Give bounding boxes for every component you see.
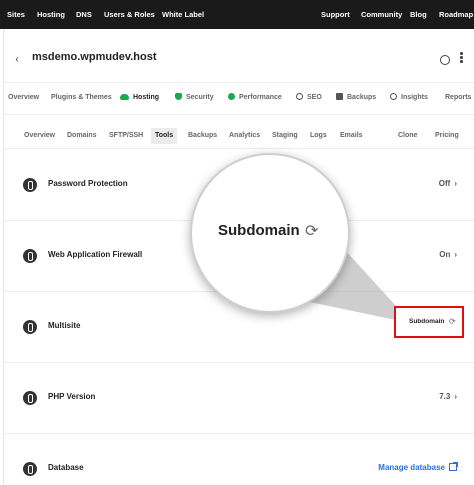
chevron-right-icon: › bbox=[454, 179, 457, 188]
tool-label: Database bbox=[48, 463, 84, 472]
magnified-subdomain-text: Subdomain bbox=[218, 222, 300, 239]
service-backups[interactable]: Backups bbox=[336, 83, 376, 115]
nav-hosting[interactable]: Hosting bbox=[37, 0, 65, 29]
tool-icon bbox=[23, 320, 37, 334]
tool-label: Multisite bbox=[48, 321, 81, 330]
gauge-icon bbox=[228, 93, 235, 100]
sync-icon: ⟳ bbox=[449, 317, 456, 326]
tool-value[interactable]: On › bbox=[439, 250, 457, 259]
tool-icon bbox=[23, 178, 37, 192]
service-performance[interactable]: Performance bbox=[228, 83, 282, 115]
cloud-icon bbox=[120, 94, 129, 100]
tool-icon bbox=[23, 462, 37, 476]
service-reports[interactable]: Reports bbox=[445, 83, 471, 115]
shield-icon bbox=[175, 93, 182, 100]
chevron-right-icon: › bbox=[454, 392, 457, 401]
nav-blog[interactable]: Blog bbox=[410, 0, 427, 29]
chevron-right-icon: › bbox=[454, 250, 457, 259]
sync-icon: ⟳ bbox=[305, 223, 319, 240]
tab-pricing[interactable]: Pricing bbox=[431, 128, 463, 144]
external-link-icon bbox=[449, 462, 458, 471]
multisite-value-highlight[interactable]: Subdomain ⟳ bbox=[394, 306, 464, 338]
tab-emails[interactable]: Emails bbox=[336, 128, 367, 144]
tab-analytics[interactable]: Analytics bbox=[225, 128, 264, 144]
tool-value[interactable]: 7.3 › bbox=[439, 392, 457, 401]
tool-value[interactable]: Off › bbox=[439, 179, 457, 188]
tab-domains[interactable]: Domains bbox=[63, 128, 101, 144]
multisite-value: Subdomain bbox=[409, 318, 445, 325]
backups-icon bbox=[336, 93, 343, 100]
tool-icon bbox=[23, 249, 37, 263]
nav-users-roles[interactable]: Users & Roles bbox=[104, 0, 155, 29]
service-insights[interactable]: Insights bbox=[390, 83, 428, 115]
service-overview[interactable]: Overview bbox=[8, 83, 39, 115]
back-button[interactable]: ‹ bbox=[9, 52, 25, 68]
service-navigation: Overview Plugins & Themes Hosting Securi… bbox=[4, 83, 474, 115]
site-title: msdemo.wpmudev.host bbox=[32, 51, 157, 63]
nav-roadmap[interactable]: Roadmap bbox=[439, 0, 473, 29]
tab-backups[interactable]: Backups bbox=[184, 128, 221, 144]
nav-community[interactable]: Community bbox=[361, 0, 402, 29]
nav-dns[interactable]: DNS bbox=[76, 0, 92, 29]
tool-row-php-version[interactable]: PHP Version 7.3 › bbox=[4, 364, 474, 434]
tab-clone[interactable]: Clone bbox=[394, 128, 421, 144]
tab-staging[interactable]: Staging bbox=[268, 128, 302, 144]
tool-label: Web Application Firewall bbox=[48, 250, 143, 259]
service-hosting[interactable]: Hosting bbox=[120, 83, 159, 115]
service-seo[interactable]: SEO bbox=[296, 83, 322, 115]
top-navigation-bar: Sites Hosting DNS Users & Roles White La… bbox=[0, 0, 474, 29]
insights-icon bbox=[390, 93, 397, 100]
nav-white-label[interactable]: White Label bbox=[162, 0, 204, 29]
manage-database-link[interactable]: Manage database bbox=[378, 462, 458, 472]
tool-icon bbox=[23, 391, 37, 405]
tab-tools[interactable]: Tools bbox=[151, 128, 178, 144]
seo-icon bbox=[296, 93, 303, 100]
nav-sites[interactable]: Sites bbox=[7, 0, 25, 29]
wordpress-icon[interactable] bbox=[440, 55, 450, 65]
magnifier-callout: Subdomain ⟳ bbox=[190, 153, 350, 313]
tool-row-database: Database Manage database bbox=[4, 435, 474, 485]
tool-label: Password Protection bbox=[48, 179, 128, 188]
more-options-icon[interactable] bbox=[460, 52, 464, 66]
tool-label: PHP Version bbox=[48, 392, 96, 401]
hosting-tabs: Overview Domains SFTP/SSH Tools Backups … bbox=[4, 125, 474, 149]
tab-logs[interactable]: Logs bbox=[306, 128, 331, 144]
service-plugins-themes[interactable]: Plugins & Themes bbox=[51, 83, 112, 115]
service-security[interactable]: Security bbox=[175, 83, 214, 115]
site-header: ‹ msdemo.wpmudev.host bbox=[4, 29, 474, 83]
tab-sftp-ssh[interactable]: SFTP/SSH bbox=[105, 128, 147, 144]
nav-support[interactable]: Support bbox=[321, 0, 350, 29]
tab-overview[interactable]: Overview bbox=[20, 128, 59, 144]
